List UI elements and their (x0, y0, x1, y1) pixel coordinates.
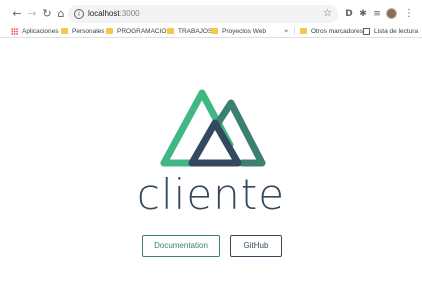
documentation-button[interactable]: Documentation (142, 235, 220, 257)
site-info-icon[interactable]: i (74, 9, 84, 19)
bookmark-otros-marcadores[interactable]: Otros marcadores (300, 25, 363, 37)
apps-grid-icon (11, 27, 18, 35)
page-title: cliente (136, 170, 286, 219)
bookmark-label: Lista de lectura (374, 27, 419, 35)
page-content: cliente Documentation GitHub (0, 39, 422, 282)
folder-icon (211, 28, 218, 34)
folder-icon (61, 28, 68, 34)
folder-icon (106, 28, 113, 34)
bookmark-aplicaciones[interactable]: Aplicaciones (11, 25, 59, 37)
bookmarks-bar: Aplicaciones Personales PROGRAMACION TRA… (0, 24, 422, 38)
bookmark-label: Proyectos Web (222, 27, 266, 35)
bookmark-lista-de-lectura[interactable]: Lista de lectura (363, 25, 418, 37)
bookmark-label: TRABAJOS (178, 27, 213, 35)
extensions-puzzle-icon[interactable]: ✱ (358, 9, 368, 19)
extension-d-icon[interactable]: D (344, 9, 354, 19)
nuxt-logo (160, 89, 266, 167)
bookmark-programacion[interactable]: PROGRAMACION (106, 25, 171, 37)
bookmark-label: PROGRAMACION (117, 27, 172, 35)
address-url[interactable]: localhost:3000 (88, 8, 140, 20)
url-port: :3000 (119, 9, 140, 18)
bookmarks-divider (294, 27, 295, 35)
home-icon[interactable]: ⌂ (55, 8, 67, 20)
bookmark-label: Otros marcadores (311, 27, 364, 35)
bookmark-label: Aplicaciones (22, 27, 59, 35)
reload-icon[interactable]: ↻ (41, 8, 53, 20)
media-queue-icon[interactable]: ≡ (372, 9, 382, 19)
address-bar[interactable]: i localhost:3000 ☆ (68, 5, 338, 23)
forward-arrow-icon[interactable]: → (26, 8, 38, 20)
bookmark-label: Personales (72, 27, 105, 35)
back-arrow-icon[interactable]: ← (11, 8, 23, 20)
bookmark-personales[interactable]: Personales (61, 25, 105, 37)
github-button[interactable]: GitHub (230, 235, 282, 257)
bookmark-star-icon[interactable]: ☆ (323, 7, 332, 21)
bookmark-trabajos[interactable]: TRABAJOS (167, 25, 212, 37)
reading-list-icon (363, 27, 370, 35)
bookmarks-overflow-icon[interactable]: » (284, 26, 288, 36)
url-host: localhost (88, 9, 120, 18)
profile-avatar[interactable] (386, 8, 397, 19)
folder-icon (300, 28, 307, 34)
bookmark-proyectos-web[interactable]: Proyectos Web (211, 25, 266, 37)
folder-icon (167, 28, 174, 34)
browser-menu-icon[interactable]: ⋮ (404, 8, 414, 20)
